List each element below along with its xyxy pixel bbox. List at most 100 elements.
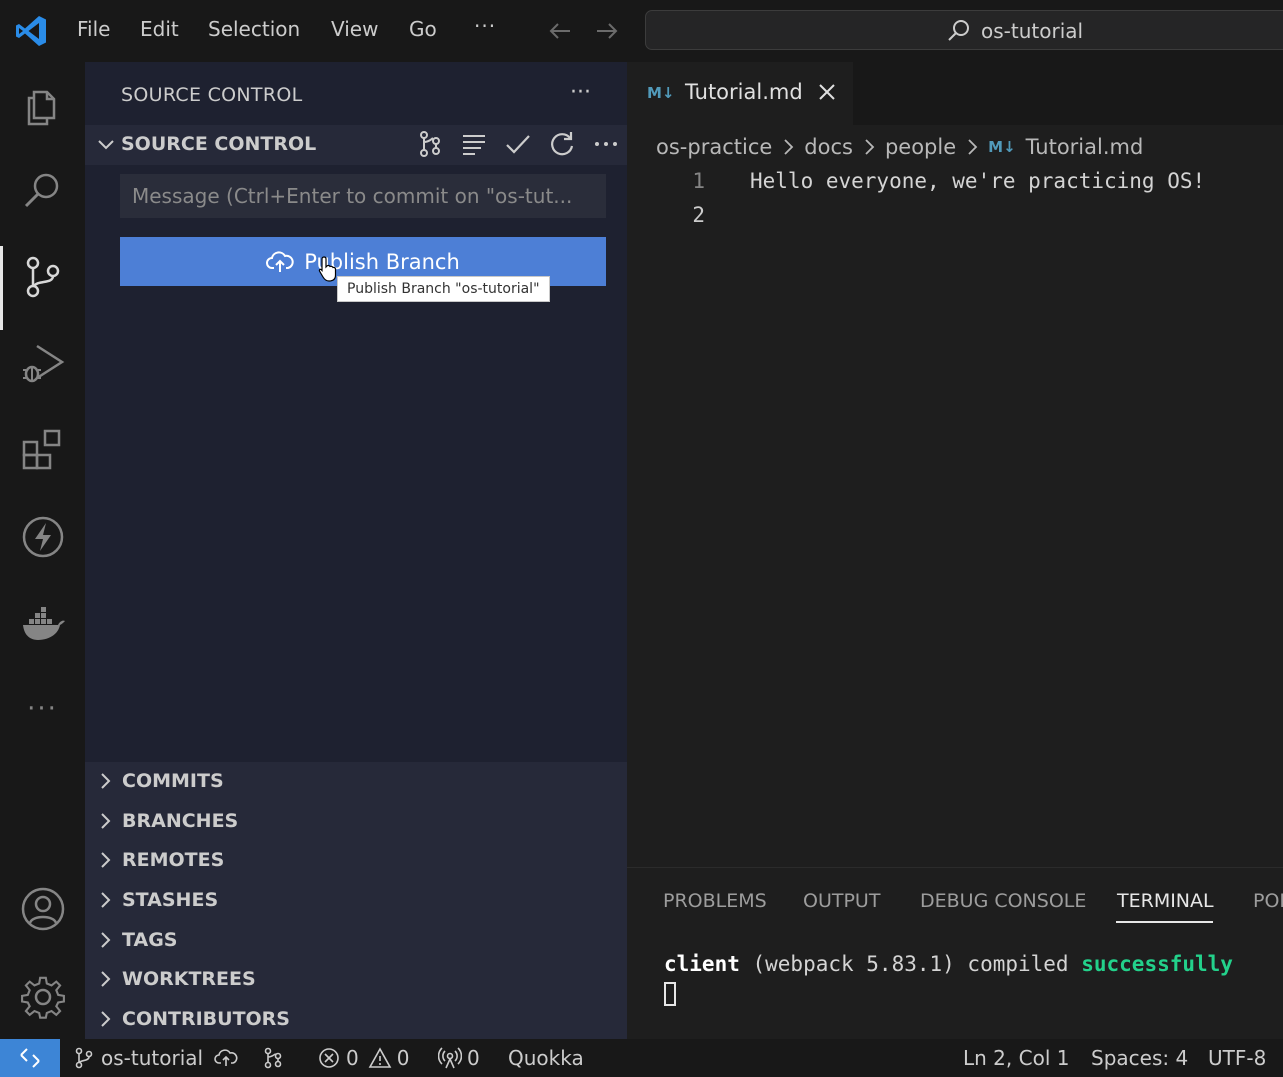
branch-status-item[interactable]: os-tutorial	[72, 1046, 238, 1070]
contributors-panel-label: CONTRIBUTORS	[122, 1008, 290, 1030]
lightning-icon	[22, 516, 63, 558]
remotes-panel-header[interactable]: REMOTES	[95, 845, 224, 875]
editor-tabs: M↓ Tutorial.md	[627, 62, 1283, 125]
gear-icon	[20, 976, 65, 1019]
run-debug-icon	[22, 344, 64, 383]
code-line[interactable]: 1 Hello everyone, we're practicing OS!	[627, 165, 1283, 199]
sidebar: SOURCE CONTROL ··· SOURCE CONTROL Messag…	[85, 62, 627, 1039]
cloud-upload-icon	[214, 1049, 238, 1066]
warning-count: 0	[396, 1046, 410, 1070]
chevron-right-icon	[101, 773, 111, 789]
back-arrow-icon[interactable]	[546, 18, 574, 44]
search-icon	[948, 20, 969, 41]
branches-panel-header[interactable]: BRANCHES	[95, 806, 238, 836]
lightning-extension-button[interactable]	[0, 502, 85, 572]
breadcrumb-docs[interactable]: docs	[804, 135, 853, 159]
graph-icon[interactable]	[415, 129, 445, 159]
commits-panel-label: COMMITS	[122, 770, 224, 792]
terminal-success-word: successfully	[1081, 952, 1233, 976]
branches-panel-label: BRANCHES	[122, 810, 239, 832]
sidebar-more-actions-icon[interactable]: ···	[570, 80, 591, 105]
terminal-output-line: client (webpack 5.83.1) compiled success…	[664, 952, 1233, 976]
contributors-panel-header[interactable]: CONTRIBUTORS	[95, 1004, 290, 1034]
warning-icon	[368, 1047, 392, 1068]
worktrees-panel-label: WORKTREES	[122, 968, 256, 990]
chevron-right-icon	[865, 139, 875, 155]
chevron-right-icon	[101, 892, 111, 908]
refresh-icon[interactable]	[547, 129, 577, 159]
commit-check-icon[interactable]	[503, 129, 533, 159]
extensions-button[interactable]	[0, 414, 85, 484]
run-debug-button[interactable]	[0, 328, 85, 398]
code-line-current[interactable]: 2	[627, 199, 1283, 233]
view-as-list-icon[interactable]	[459, 129, 489, 159]
markdown-file-icon: M↓	[647, 84, 675, 102]
close-icon[interactable]	[815, 80, 839, 104]
command-center-search[interactable]: os-tutorial	[645, 10, 1283, 50]
worktrees-panel-header[interactable]: WORKTREES	[95, 964, 256, 994]
chevron-right-icon	[101, 971, 111, 987]
editor-area: M↓ Tutorial.md os-practice docs people M…	[627, 62, 1283, 867]
docker-button[interactable]	[0, 590, 85, 660]
indentation-status-item[interactable]: Spaces: 4	[1091, 1046, 1188, 1070]
status-bar: os-tutorial 0 0 0 Quokka Ln 2, Col 1 Spa…	[0, 1039, 1283, 1077]
problems-status-item[interactable]: 0 0	[317, 1046, 409, 1070]
tab-debug-console[interactable]: DEBUG CONSOLE	[920, 890, 1086, 912]
menu-go[interactable]: Go	[409, 17, 437, 41]
quokka-status-item[interactable]: Quokka	[508, 1046, 584, 1070]
menu-selection[interactable]: Selection	[208, 17, 300, 41]
extensions-icon	[22, 429, 60, 470]
tab-tutorial-md[interactable]: M↓ Tutorial.md	[627, 62, 853, 125]
docker-icon	[22, 607, 65, 640]
breadcrumb-tutorial-md[interactable]: Tutorial.md	[1026, 135, 1144, 159]
indentation-label: Spaces: 4	[1091, 1046, 1189, 1070]
files-icon	[27, 90, 55, 126]
source-control-actions	[415, 129, 621, 161]
encoding-label: UTF-8	[1208, 1046, 1267, 1070]
chevron-right-icon	[968, 139, 978, 155]
source-control-section-title: SOURCE CONTROL	[121, 133, 317, 155]
error-count: 0	[346, 1046, 359, 1070]
activity-bar: ···	[0, 62, 85, 1039]
cursor-position-status-item[interactable]: Ln 2, Col 1	[963, 1046, 1069, 1070]
source-control-icon	[26, 256, 59, 298]
settings-button[interactable]	[0, 962, 85, 1032]
menu-view[interactable]: View	[331, 17, 378, 41]
tab-output[interactable]: OUTPUT	[803, 890, 880, 912]
terminal-client-word: client	[664, 952, 740, 976]
menu-edit[interactable]: Edit	[140, 17, 179, 41]
tab-ports[interactable]: POI	[1253, 890, 1283, 912]
remote-icon	[20, 1048, 40, 1068]
commits-panel-header[interactable]: COMMITS	[95, 766, 224, 796]
chevron-right-icon	[101, 1011, 111, 1027]
more-actions-icon[interactable]	[591, 129, 621, 159]
stashes-panel-label: STASHES	[122, 889, 219, 911]
source-control-button[interactable]	[0, 242, 85, 330]
chevron-right-icon	[101, 852, 111, 868]
stashes-panel-header[interactable]: STASHES	[95, 885, 218, 915]
ports-status-item[interactable]: 0	[438, 1046, 480, 1070]
tags-panel-header[interactable]: TAGS	[95, 925, 177, 955]
tab-terminal[interactable]: TERMINAL	[1117, 890, 1214, 912]
remote-indicator-button[interactable]	[0, 1039, 60, 1077]
breadcrumb-people[interactable]: people	[885, 135, 956, 159]
more-views-icon[interactable]: ···	[0, 674, 85, 744]
command-center-label: os-tutorial	[981, 19, 1084, 43]
accounts-button[interactable]	[0, 874, 85, 944]
menu-more-icon[interactable]: ···	[474, 14, 496, 38]
forward-arrow-icon[interactable]	[593, 18, 621, 44]
cloud-upload-icon	[266, 250, 294, 272]
mouse-cursor-icon	[318, 256, 337, 282]
explorer-button[interactable]	[0, 70, 85, 140]
commit-message-input[interactable]: Message (Ctrl+Enter to commit on "os-tut…	[120, 174, 606, 218]
breadcrumb-os-practice[interactable]: os-practice	[656, 135, 772, 159]
source-control-section-header[interactable]: SOURCE CONTROL	[85, 125, 627, 165]
git-graph-status-item[interactable]	[261, 1046, 285, 1070]
encoding-status-item[interactable]: UTF-8	[1208, 1046, 1266, 1070]
tab-problems[interactable]: PROBLEMS	[663, 890, 767, 912]
menu-file[interactable]: File	[77, 17, 110, 41]
chevron-right-icon	[101, 813, 111, 829]
sidebar-header-title: SOURCE CONTROL	[121, 84, 303, 106]
search-view-button[interactable]	[0, 156, 85, 226]
branch-name: os-tutorial	[101, 1046, 204, 1070]
